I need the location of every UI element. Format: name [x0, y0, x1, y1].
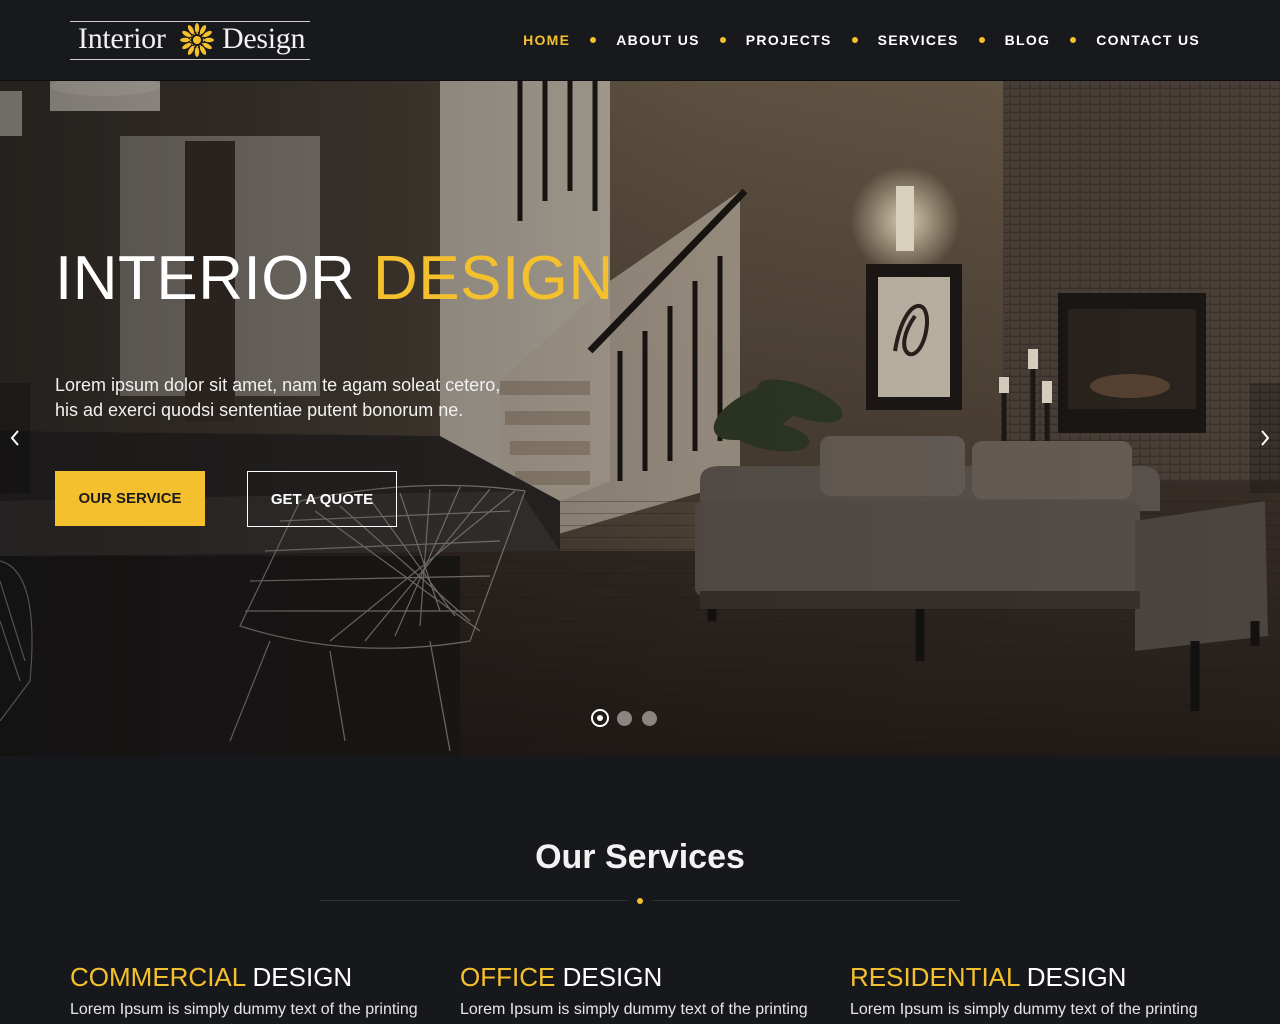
service-heading-highlight: OFFICE: [460, 962, 556, 992]
service-heading[interactable]: RESIDENTIAL DESIGN: [850, 962, 1220, 993]
service-description: Lorem Ipsum is simply dummy text of the …: [70, 1001, 418, 1018]
hero-title-part1: INTERIOR: [55, 244, 356, 313]
site-logo[interactable]: Interior Design: [70, 18, 310, 62]
service-heading-highlight: COMMERCIAL: [70, 962, 246, 992]
nav-item-about-us[interactable]: ABOUT US: [616, 32, 700, 48]
service-heading-rest: DESIGN: [562, 962, 663, 992]
services-section-title: Our Services: [535, 838, 745, 876]
nav-item-contact-us[interactable]: CONTACT US: [1096, 32, 1200, 48]
logo-word-design: Design: [222, 22, 306, 55]
section-divider: [320, 898, 960, 904]
nav-item-services[interactable]: SERVICES: [878, 32, 959, 48]
nav-item-home[interactable]: HOME: [523, 32, 570, 48]
service-heading-rest: DESIGN: [252, 962, 353, 992]
hero-slider: INTERIOR DESIGN Lorem ipsum dolor sit am…: [0, 81, 1280, 756]
slider-pagination: [591, 709, 667, 727]
logo-rule-bottom: [70, 59, 310, 60]
service-heading-rest: DESIGN: [1026, 962, 1127, 992]
slider-next-button[interactable]: [1250, 383, 1280, 493]
nav-separator-dot: [590, 37, 597, 43]
nav-separator-dot: [978, 37, 985, 43]
slider-dot-3[interactable]: [642, 710, 657, 726]
chevron-left-icon: [10, 430, 19, 446]
divider-dot: [637, 898, 643, 904]
nav-item-projects[interactable]: PROJECTS: [746, 32, 832, 48]
slider-dot-1[interactable]: [591, 709, 609, 727]
slider-dot-2[interactable]: [617, 710, 632, 726]
service-heading-highlight: RESIDENTIAL: [850, 962, 1020, 992]
divider-line-left: [320, 900, 628, 901]
service-card-office: OFFICE DESIGN Lorem Ipsum is simply dumm…: [460, 962, 830, 1019]
hero-title: INTERIOR DESIGN: [55, 243, 614, 314]
service-description: Lorem Ipsum is simply dummy text of the …: [850, 1001, 1198, 1018]
our-service-button[interactable]: OUR SERVICE: [55, 471, 205, 526]
divider-line-right: [652, 900, 960, 901]
nav-separator-dot: [851, 37, 858, 43]
main-nav: HOME ABOUT US PROJECTS SERVICES BLOG CON…: [523, 30, 1200, 50]
nav-separator-dot: [1070, 37, 1077, 43]
service-card-residential: RESIDENTIAL DESIGN Lorem Ipsum is simply…: [850, 962, 1220, 1019]
hero-description-line1: Lorem ipsum dolor sit amet, nam te agam …: [55, 375, 501, 395]
hero-description-line2: his ad exerci quodsi sententiae putent b…: [55, 400, 464, 420]
service-heading[interactable]: COMMERCIAL DESIGN: [70, 962, 440, 993]
nav-item-blog[interactable]: BLOG: [1005, 32, 1051, 48]
service-description: Lorem Ipsum is simply dummy text of the …: [460, 1001, 808, 1018]
sunflower-icon: [180, 23, 214, 57]
logo-word-interior: Interior: [78, 22, 166, 55]
hero-title-part2: DESIGN: [372, 244, 614, 313]
nav-separator-dot: [719, 37, 726, 43]
service-heading[interactable]: OFFICE DESIGN: [460, 962, 830, 993]
slider-prev-button[interactable]: [0, 383, 30, 493]
get-a-quote-button[interactable]: GET A QUOTE: [247, 471, 397, 527]
service-card-commercial: COMMERCIAL DESIGN Lorem Ipsum is simply …: [70, 962, 440, 1019]
hero-description: Lorem ipsum dolor sit amet, nam te agam …: [55, 373, 525, 423]
site-header: Interior Design HOME ABOUT US PROJECTS S…: [0, 0, 1280, 81]
chevron-right-icon: [1261, 430, 1270, 446]
